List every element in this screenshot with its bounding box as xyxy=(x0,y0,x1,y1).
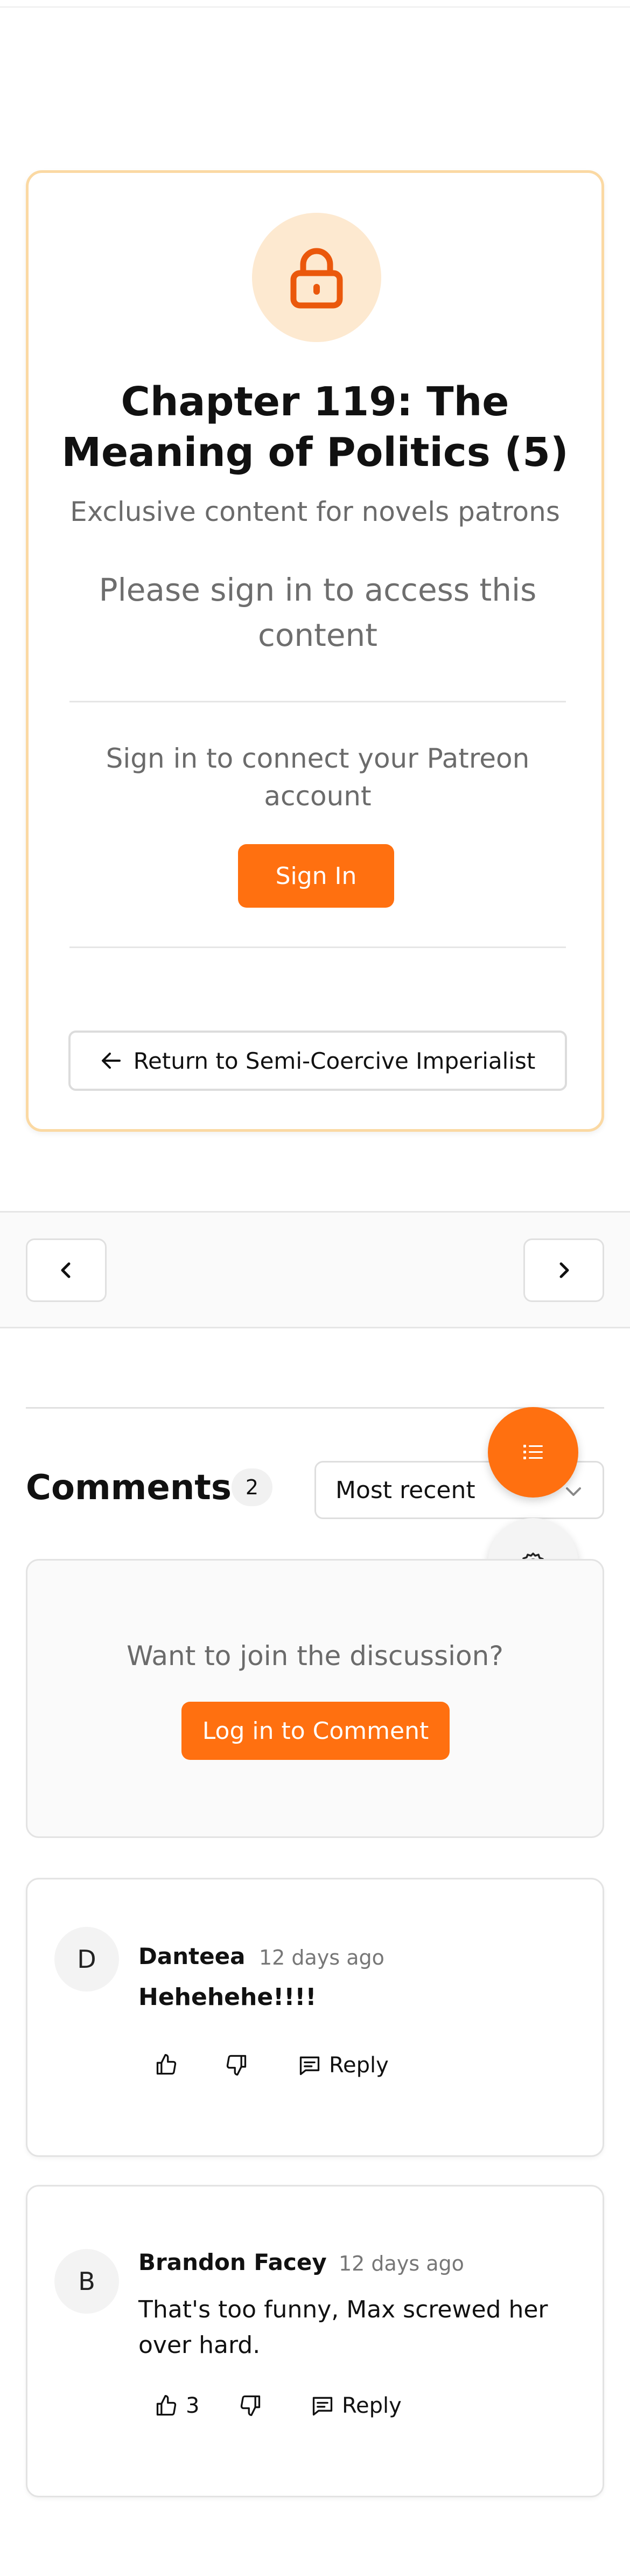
comment-author[interactable]: Danteea xyxy=(138,1942,246,1971)
comment-timestamp: 12 days ago xyxy=(339,2252,464,2275)
divider xyxy=(69,946,566,948)
chevron-down-icon xyxy=(566,1487,581,1496)
divider xyxy=(69,701,566,702)
patreon-connect-message: Sign in to connect your Patreon account xyxy=(106,743,530,812)
thumbs-up-icon xyxy=(156,2054,177,2075)
arrow-left-icon xyxy=(101,1053,121,1069)
thumbs-down-icon xyxy=(240,2395,261,2416)
thumbs-down-icon xyxy=(226,2055,247,2076)
comments-count-badge: 2 xyxy=(232,1468,272,1506)
dislike-button[interactable] xyxy=(225,2053,248,2077)
sort-selected-value: Most recent xyxy=(335,1476,475,1504)
reply-label: Reply xyxy=(342,2393,402,2418)
signin-message: Please sign in to access this content xyxy=(99,572,537,653)
join-discussion-text: Want to join the discussion? xyxy=(127,1640,503,1672)
like-button[interactable]: 3 xyxy=(155,2393,199,2418)
chapter-title: Chapter 119: The Meaning of Politics (5) xyxy=(61,379,569,476)
list-icon xyxy=(523,1445,543,1459)
reply-button[interactable]: Reply xyxy=(311,2393,402,2418)
next-chapter-button[interactable] xyxy=(523,1238,604,1302)
lock-icon xyxy=(290,248,343,309)
locked-content-card: Chapter 119: The Meaning of Politics (5)… xyxy=(26,170,604,1132)
chapter-nav-bar xyxy=(0,1211,630,1328)
comment-card: D Danteea 12 days ago Hehehehe!!!! Reply xyxy=(26,1878,604,2157)
comment-icon xyxy=(312,2397,333,2416)
comment-icon xyxy=(299,2056,320,2076)
chevron-left-icon xyxy=(61,1262,71,1278)
previous-chapter-button[interactable] xyxy=(26,1238,107,1302)
comment-card: B Brandon Facey 12 days ago That's too f… xyxy=(26,2185,604,2497)
like-button[interactable] xyxy=(155,2053,186,2077)
join-discussion-box: Want to join the discussion? Log in to C… xyxy=(26,1559,604,1838)
thumbs-up-icon xyxy=(156,2395,177,2416)
comment-timestamp: 12 days ago xyxy=(259,1946,384,1969)
comment-text: That's too funny, Max screwed her over h… xyxy=(138,2296,548,2359)
sign-in-button[interactable]: Sign In xyxy=(238,844,394,908)
reply-button[interactable]: Reply xyxy=(298,2053,389,2078)
dislike-button[interactable] xyxy=(239,2393,262,2417)
comments-divider xyxy=(26,1407,604,1409)
table-of-contents-button[interactable] xyxy=(488,1407,578,1498)
comments-title: Comments xyxy=(26,1468,232,1508)
reply-label: Reply xyxy=(329,2053,389,2078)
comment-author[interactable]: Brandon Facey xyxy=(138,2248,327,2277)
exclusive-subtitle: Exclusive content for novels patrons xyxy=(70,496,560,527)
lock-badge xyxy=(252,213,381,342)
avatar: B xyxy=(54,2249,119,2314)
top-divider xyxy=(0,6,630,8)
login-to-comment-button[interactable]: Log in to Comment xyxy=(181,1702,450,1760)
comment-text: Hehehehe!!!! xyxy=(138,1983,317,2011)
return-label: Return to Semi-Coercive Imperialist xyxy=(133,1047,536,1074)
chevron-right-icon xyxy=(559,1262,569,1278)
like-count: 3 xyxy=(186,2393,200,2418)
avatar: D xyxy=(54,1927,119,1992)
return-to-novel-button[interactable]: Return to Semi-Coercive Imperialist xyxy=(68,1031,567,1091)
